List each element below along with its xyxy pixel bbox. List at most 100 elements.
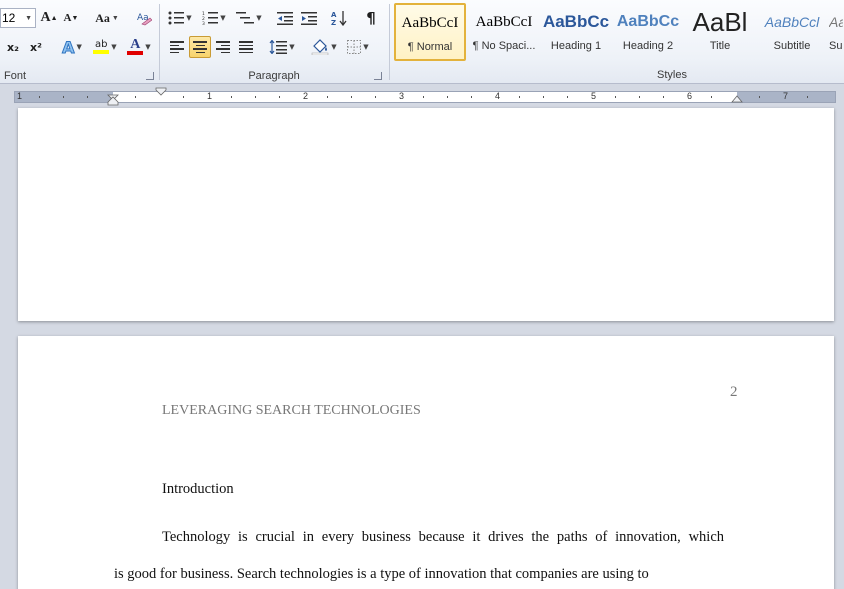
- chevron-down-icon: ▼: [111, 43, 117, 51]
- style-normal[interactable]: AaBbCcI ¶ Normal: [394, 3, 466, 61]
- shading-button[interactable]: ▼: [310, 36, 338, 58]
- paragraph-line: is good for business. Search technologie…: [114, 566, 649, 582]
- style-heading-1[interactable]: AaBbCc Heading 1: [540, 3, 612, 61]
- change-case-icon: Aa: [95, 10, 110, 25]
- chevron-down-icon: ▼: [256, 14, 262, 22]
- align-left-icon: [170, 41, 184, 53]
- paragraph-line: Technology is crucial in every business …: [162, 529, 724, 545]
- style-name: ¶ No Spaci...: [472, 40, 536, 52]
- ruler-tick: [639, 96, 640, 98]
- ruler-number: 2: [303, 91, 309, 101]
- line-spacing-button[interactable]: ▼: [268, 36, 296, 58]
- style-title[interactable]: AaBl Title: [684, 3, 756, 61]
- font-dialog-launcher-icon[interactable]: [146, 72, 154, 80]
- font-size-box[interactable]: 12 ▼: [0, 8, 36, 28]
- style-sample: AaBbCcl: [764, 14, 820, 30]
- ruler-left-margin: [15, 92, 113, 102]
- increase-indent-button[interactable]: [298, 7, 320, 29]
- paragraph-group: ▼ 1 2 3 ▼ ▼ AZ ¶ ▼ ▼ ▼ Paragraph: [160, 0, 388, 84]
- justify-button[interactable]: [235, 36, 257, 58]
- ruler-tick: [63, 96, 64, 98]
- chevron-down-icon: ▼: [145, 43, 151, 51]
- ruler-tick: [519, 96, 520, 98]
- right-indent-marker[interactable]: [731, 95, 743, 103]
- style-sample: AaBbCcI: [475, 13, 533, 30]
- chevron-down-icon: ▼: [363, 43, 369, 51]
- style-no-spacing[interactable]: AaBbCcI ¶ No Spaci...: [468, 3, 540, 61]
- ruler-number: 1: [17, 91, 23, 101]
- font-color-label: A: [130, 37, 141, 52]
- document-page-2[interactable]: 2 LEVERAGING SEARCH TECHNOLOGIES Introdu…: [18, 336, 834, 589]
- decrease-indent-button[interactable]: [274, 7, 296, 29]
- font-group: 12 ▼ A ▲ A ▼ Aa ▼ Aa x₂ x² A ▼ ab ▼ A ▼ …: [0, 0, 158, 84]
- ruler-tick: [375, 96, 376, 98]
- styles-group-label: Styles: [657, 69, 687, 81]
- style-subtitle[interactable]: AaBbCcl Subtitle: [756, 3, 828, 61]
- clear-formatting-button[interactable]: Aa: [134, 7, 154, 29]
- font-group-label: Font: [4, 70, 27, 82]
- ruler-tick: [351, 96, 352, 98]
- text-effects-button[interactable]: A ▼: [58, 36, 86, 58]
- numbered-list-icon: 123: [202, 11, 219, 25]
- ruler-number: 4: [495, 91, 501, 101]
- align-right-button[interactable]: [212, 36, 234, 58]
- ruler-tick: [279, 96, 280, 98]
- ruler-tick: [255, 96, 256, 98]
- line-spacing-icon: [269, 40, 288, 54]
- clear-formatting-icon: Aa: [137, 13, 152, 26]
- style-heading-2[interactable]: AaBbCc Heading 2: [612, 3, 684, 61]
- borders-button[interactable]: ▼: [344, 36, 372, 58]
- ruler-tick: [471, 96, 472, 98]
- chevron-down-icon: ▼: [76, 43, 82, 51]
- text-effects-icon: A: [62, 37, 75, 57]
- grow-font-button[interactable]: A ▲: [40, 7, 58, 29]
- ruler-tick: [39, 96, 40, 98]
- font-color-bar: [127, 51, 144, 55]
- numbering-button[interactable]: 1 2 3 ▼: [200, 7, 228, 29]
- highlight-label: ab: [95, 39, 108, 50]
- style-sample: AaBbCc: [616, 13, 680, 30]
- ruler-tick: [807, 96, 808, 98]
- font-color-icon: A: [127, 37, 144, 55]
- running-head: LEVERAGING SEARCH TECHNOLOGIES: [162, 403, 421, 418]
- borders-icon: [347, 40, 362, 54]
- align-center-button[interactable]: [189, 36, 211, 58]
- highlighter-icon: ab: [93, 39, 110, 54]
- highlight-color-bar: [93, 50, 110, 54]
- document-page-1[interactable]: [18, 108, 834, 321]
- ruler-bar[interactable]: 1 1 2 3 4 5 6 7: [14, 91, 836, 103]
- superscript-button[interactable]: x²: [26, 36, 46, 58]
- align-left-button[interactable]: [166, 36, 188, 58]
- align-right-icon: [216, 41, 230, 53]
- ruler-tick: [615, 96, 616, 98]
- paragraph-dialog-launcher-icon[interactable]: [374, 72, 382, 80]
- ruler-tick: [183, 96, 184, 98]
- chevron-down-icon: ▼: [111, 14, 119, 22]
- font-size-value: 12: [2, 11, 16, 25]
- chevron-down-icon: ▼: [331, 43, 337, 51]
- show-hide-button[interactable]: ¶: [360, 7, 382, 29]
- style-subtle-emphasis[interactable]: Aa Su: [828, 3, 844, 61]
- decrease-indent-icon: [277, 12, 293, 25]
- style-name: ¶ Normal: [407, 41, 453, 53]
- highlight-button[interactable]: ab ▼: [90, 36, 120, 58]
- svg-text:A: A: [331, 11, 337, 19]
- shrink-font-button[interactable]: A ▼: [62, 7, 80, 29]
- subscript-icon: x₂: [7, 40, 19, 54]
- paint-bucket-icon: [312, 39, 329, 55]
- font-color-button[interactable]: A ▼: [124, 36, 154, 58]
- ruler-number: 3: [399, 91, 405, 101]
- ruler-tick: [663, 96, 664, 98]
- subscript-button[interactable]: x₂: [3, 36, 23, 58]
- first-line-indent-marker[interactable]: [155, 87, 167, 96]
- ruler-tick: [135, 96, 136, 98]
- multilevel-list-button[interactable]: ▼: [234, 7, 264, 29]
- styles-gallery: AaBbCcI ¶ Normal AaBbCcI ¶ No Spaci... A…: [394, 3, 844, 63]
- align-center-icon: [193, 41, 207, 53]
- sort-button[interactable]: AZ: [328, 7, 350, 29]
- change-case-button[interactable]: Aa ▼: [92, 7, 122, 29]
- chevron-down-icon: ▼: [289, 43, 295, 51]
- ruler-tick: [447, 96, 448, 98]
- bullets-button[interactable]: ▼: [166, 7, 194, 29]
- svg-text:Z: Z: [331, 19, 336, 26]
